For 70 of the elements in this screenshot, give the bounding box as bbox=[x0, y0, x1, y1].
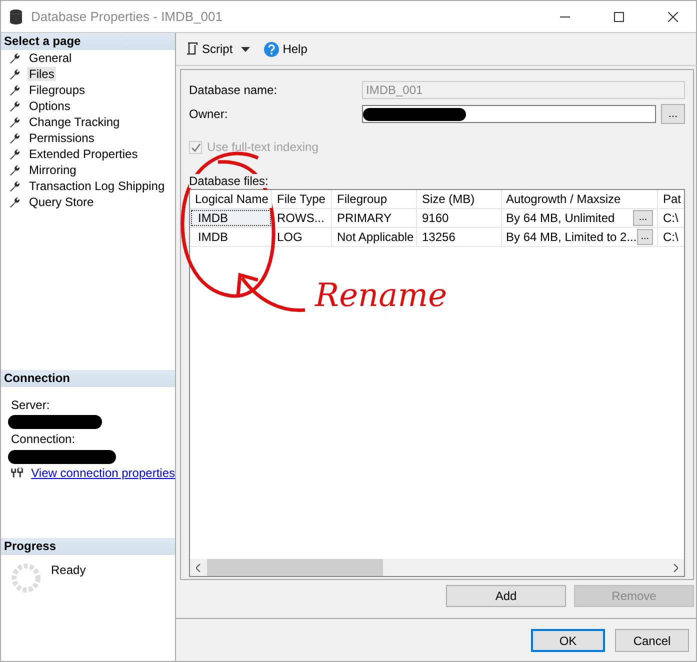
sidebar-item[interactable]: Mirroring bbox=[27, 163, 78, 177]
horizontal-scrollbar[interactable] bbox=[190, 559, 684, 576]
browse-button[interactable]: ... bbox=[633, 210, 653, 226]
table-cell: Not Applicable bbox=[332, 228, 417, 246]
table-cell-text: C:\ bbox=[662, 229, 680, 246]
spinner-icon bbox=[11, 563, 41, 593]
add-button[interactable]: Add bbox=[446, 585, 566, 607]
sidebar-item[interactable]: Options bbox=[27, 99, 72, 113]
maximize-icon bbox=[614, 12, 624, 22]
owner-field[interactable] bbox=[362, 105, 656, 123]
plug-icon bbox=[11, 467, 24, 479]
wrench-icon bbox=[9, 52, 21, 64]
table-cell: By 64 MB, Limited to 2... bbox=[506, 230, 637, 244]
scroll-right-icon[interactable] bbox=[673, 564, 678, 572]
wrench-icon bbox=[9, 100, 21, 112]
close-icon bbox=[668, 12, 678, 22]
table-cell: LOG bbox=[272, 228, 332, 246]
progress-status: Ready bbox=[51, 563, 86, 579]
field-label: Owner: bbox=[189, 107, 229, 121]
browse-button[interactable]: ... bbox=[661, 104, 685, 124]
scroll-left-icon[interactable] bbox=[196, 564, 201, 572]
wrench-icon bbox=[9, 180, 21, 192]
handwritten-note: Rename bbox=[315, 276, 447, 314]
sidebar-item[interactable]: Permissions bbox=[27, 131, 96, 145]
wrench-icon bbox=[9, 132, 21, 144]
table-cell: ROWS... bbox=[272, 209, 332, 227]
table-cell[interactable]: IMDB bbox=[190, 228, 272, 246]
table-cell-text: C:\ bbox=[662, 210, 680, 227]
window-title: Database Properties - IMDB_001 bbox=[31, 9, 224, 24]
sidebar-item[interactable]: Transaction Log Shipping bbox=[27, 179, 167, 193]
checkbox-label: Use full-text indexing bbox=[207, 140, 318, 154]
wrench-icon bbox=[9, 148, 21, 160]
column-header[interactable]: Autogrowth / Maxsize bbox=[502, 190, 658, 208]
sidebar-item[interactable]: General bbox=[27, 51, 74, 65]
sidebar-item[interactable]: Extended Properties bbox=[27, 147, 140, 161]
wrench-icon bbox=[9, 68, 21, 80]
column-header[interactable]: Size (MB) bbox=[417, 190, 502, 208]
connection-label: Connection: bbox=[10, 432, 76, 446]
table-cell: 9160 bbox=[417, 209, 502, 227]
sidebar-item[interactable]: Files bbox=[27, 67, 56, 81]
wrench-icon bbox=[9, 84, 21, 96]
table-cell[interactable]: IMDB bbox=[190, 209, 272, 227]
arrow-annotation bbox=[236, 272, 306, 312]
browse-button[interactable]: ... bbox=[636, 229, 653, 245]
sidebar-item[interactable]: Query Store bbox=[27, 195, 96, 209]
sidebar-item[interactable]: Change Tracking bbox=[27, 115, 122, 129]
server-label: Server: bbox=[10, 398, 51, 412]
sidebar-item[interactable]: Filegroups bbox=[27, 83, 88, 97]
section-header: Select a page bbox=[1, 33, 175, 50]
table-cell: PRIMARY bbox=[332, 209, 417, 227]
ok-button[interactable]: OK bbox=[531, 629, 605, 652]
dropdown-caret-icon[interactable] bbox=[240, 46, 250, 52]
column-header[interactable]: Pat bbox=[658, 190, 684, 208]
table-cell: By 64 MB, Unlimited bbox=[506, 211, 615, 225]
wrench-icon bbox=[9, 164, 21, 176]
wrench-icon bbox=[9, 116, 21, 128]
field-label: Database name: bbox=[189, 83, 278, 97]
cancel-button[interactable]: Cancel bbox=[615, 629, 689, 652]
table-cell: 13256 bbox=[417, 228, 502, 246]
column-header[interactable]: File Type bbox=[272, 190, 332, 208]
column-header[interactable]: Filegroup bbox=[332, 190, 417, 208]
wrench-icon bbox=[9, 196, 21, 208]
section-header: Progress bbox=[1, 538, 175, 555]
help-button[interactable]: Help bbox=[262, 42, 310, 56]
section-label: Database files: bbox=[189, 174, 268, 188]
connection-properties-link[interactable]: View connection properties bbox=[31, 466, 175, 480]
database-icon bbox=[9, 8, 23, 24]
section-header: Connection bbox=[1, 370, 175, 387]
script-button[interactable]: Script bbox=[184, 42, 235, 56]
help-icon bbox=[264, 42, 279, 56]
